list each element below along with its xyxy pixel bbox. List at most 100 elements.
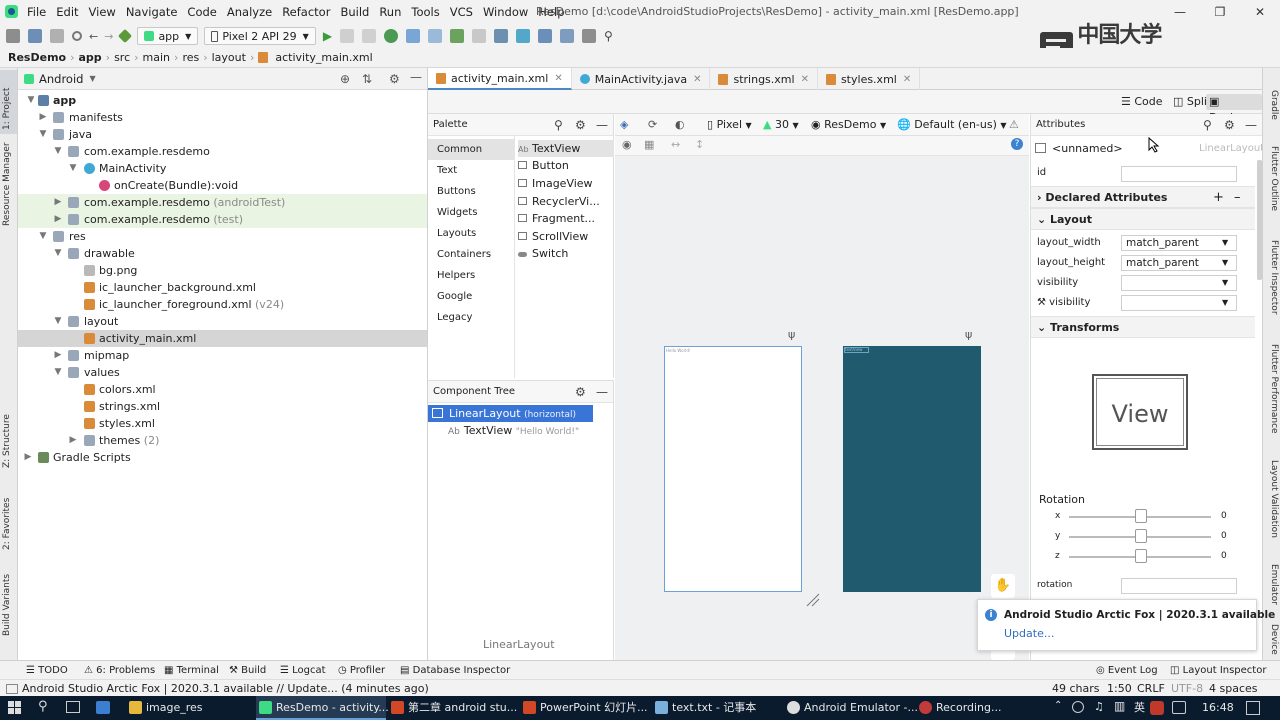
windows-start-icon[interactable] xyxy=(8,701,22,715)
back-arrow-icon[interactable]: ← xyxy=(89,30,98,43)
search-icon[interactable]: ⚲ xyxy=(554,114,563,136)
task-notepad[interactable]: text.txt - 记事本 xyxy=(652,696,782,720)
resize-handle-icon[interactable] xyxy=(805,592,821,608)
palette-category-buttons[interactable]: Buttons xyxy=(428,181,514,202)
tree-item-androidtest[interactable]: ▶ com.example.resdemo (androidTest) xyxy=(18,194,427,211)
pan-hand-icon[interactable]: ✋ xyxy=(991,574,1015,598)
avd-manager-icon[interactable] xyxy=(516,29,531,43)
close-icon[interactable]: ✕ xyxy=(1240,0,1280,24)
hide-panel-icon[interactable]: — xyxy=(596,114,608,136)
task-android-studio[interactable]: ResDemo - activity... xyxy=(256,696,389,720)
project-view-selector[interactable]: Android xyxy=(39,72,83,86)
palette-category-helpers[interactable]: Helpers xyxy=(428,265,514,286)
tree-item-colors[interactable]: colors.xml xyxy=(18,381,427,398)
tool-device[interactable]: Device xyxy=(1269,624,1279,655)
tool-flutter-inspector[interactable]: Flutter Inspector xyxy=(1269,240,1279,315)
task-emulator[interactable]: Android Emulator -... xyxy=(784,696,918,720)
volume-icon[interactable]: ♫ xyxy=(1094,700,1104,713)
device-selector[interactable]: ▯ Pixel ▼ xyxy=(707,117,752,133)
task-view-icon[interactable] xyxy=(66,701,80,713)
tree-item-activity-main[interactable]: activity_main.xml xyxy=(18,330,427,347)
tree-item-res[interactable]: ▼ res xyxy=(18,228,427,245)
status-cursor-position[interactable]: 1:50 xyxy=(1107,680,1132,697)
close-tab-icon[interactable]: ✕ xyxy=(554,73,562,84)
tool-structure[interactable]: Z: Structure xyxy=(2,414,12,468)
blueprint-grid-icon[interactable]: ▦ xyxy=(644,138,654,151)
api-selector[interactable]: ▲ 30 ▼ xyxy=(763,117,799,133)
gear-icon[interactable]: ⚙ xyxy=(575,114,586,136)
palette-category-common[interactable]: Common xyxy=(428,139,514,160)
tool-layout-inspector[interactable]: ◫ Layout Inspector xyxy=(1170,661,1266,680)
mode-code[interactable]: ☰ Code xyxy=(1118,94,1166,110)
gear-icon[interactable]: ⚙ xyxy=(575,381,586,403)
tool-profiler[interactable]: ◷ Profiler xyxy=(338,661,385,680)
tab-strings[interactable]: strings.xml ✕ xyxy=(710,68,818,90)
attr-layout-width-select[interactable]: match_parent ▼ xyxy=(1121,235,1237,251)
close-tab-icon[interactable]: ✕ xyxy=(801,74,809,85)
attr-visibility-select[interactable]: ▼ xyxy=(1121,275,1237,291)
tree-item-manifests[interactable]: ▶ manifests xyxy=(18,109,427,126)
forward-arrow-icon[interactable]: → xyxy=(104,30,113,43)
tree-item-package[interactable]: ▼ com.example.resdemo xyxy=(18,143,427,160)
status-message[interactable]: Android Studio Arctic Fox | 2020.3.1 ava… xyxy=(22,680,429,697)
horizontal-expand-icon[interactable]: ↔ xyxy=(671,138,680,151)
breadcrumb-project[interactable]: ResDemo xyxy=(0,51,70,64)
sdk-manager-icon[interactable] xyxy=(538,29,553,43)
task-image-res[interactable]: image_res xyxy=(126,696,254,720)
breadcrumb-module[interactable]: app xyxy=(75,51,106,64)
task-powerpoint-1[interactable]: 第二章 android stu... xyxy=(388,696,518,720)
palette-item-switch[interactable]: Switch xyxy=(518,245,614,262)
warning-icon[interactable]: ⚠ xyxy=(1009,117,1019,133)
night-mode-icon[interactable]: ◐ xyxy=(675,117,685,133)
search-icon[interactable]: ⚲ xyxy=(1203,114,1212,136)
tree-item-styles[interactable]: styles.xml xyxy=(18,415,427,432)
menu-analyze[interactable]: Analyze xyxy=(222,0,277,24)
breadcrumb-src[interactable]: src xyxy=(110,51,134,64)
palette-category-text[interactable]: Text xyxy=(428,160,514,181)
tool-event-log[interactable]: ◎ Event Log xyxy=(1096,661,1158,680)
design-preview-screen[interactable]: Hello World! xyxy=(664,346,802,592)
design-surface-icon[interactable]: ◈ xyxy=(620,117,628,133)
collapse-all-icon[interactable]: ⇅ xyxy=(362,72,372,86)
pin-icon[interactable]: ψ xyxy=(788,328,795,341)
menu-tools[interactable]: Tools xyxy=(406,0,444,24)
menu-view[interactable]: View xyxy=(84,0,121,24)
search-everywhere-icon[interactable]: ⚲ xyxy=(604,29,613,43)
open-folder-icon[interactable] xyxy=(6,29,20,43)
hide-panel-icon[interactable]: — xyxy=(1245,114,1257,136)
palette-item-imageview[interactable]: ImageView xyxy=(518,175,614,192)
breadcrumb-layout[interactable]: layout xyxy=(208,51,250,64)
stop-icon[interactable] xyxy=(472,29,487,43)
tool-terminal[interactable]: ▦ Terminal xyxy=(164,661,219,680)
task-recording[interactable]: Recording... xyxy=(916,696,1026,720)
battery-icon[interactable]: ▥ xyxy=(1114,699,1125,713)
clock[interactable]: 16:48 xyxy=(1202,696,1234,720)
apply-code-icon[interactable] xyxy=(362,29,377,43)
tool-gradle[interactable]: Gradle xyxy=(1269,90,1279,120)
breadcrumb-res[interactable]: res xyxy=(178,51,203,64)
task-powerpoint-2[interactable]: PowerPoint 幻灯片... xyxy=(520,696,650,720)
blueprint-preview-screen[interactable]: textView xyxy=(843,346,981,592)
sync-icon[interactable] xyxy=(50,29,64,43)
gear-icon[interactable]: ⚙ xyxy=(389,72,400,86)
device-combo[interactable]: Pixel 2 API 29 ▼ xyxy=(204,27,316,45)
tree-item-drawable[interactable]: ▼ drawable xyxy=(18,245,427,262)
remove-attribute-icon[interactable]: – xyxy=(1234,187,1241,209)
tool-database-inspector[interactable]: ▤ Database Inspector xyxy=(400,661,510,680)
attr-id-field[interactable] xyxy=(1121,166,1237,182)
tab-activity-main[interactable]: activity_main.xml ✕ xyxy=(428,68,572,90)
tree-item-test[interactable]: ▶ com.example.resdemo (test) xyxy=(18,211,427,228)
eye-icon[interactable]: ◉ xyxy=(622,138,632,151)
run-config-combo[interactable]: app ▼ xyxy=(137,27,199,45)
component-linearlayout[interactable]: LinearLayout (horizontal) xyxy=(428,405,593,422)
tree-item-themes[interactable]: ▶ themes (2) xyxy=(18,432,427,449)
profile-icon[interactable] xyxy=(406,29,421,43)
update-link[interactable]: Update... xyxy=(1004,627,1054,640)
tree-item-layout[interactable]: ▼ layout xyxy=(18,313,427,330)
apply-changes-icon[interactable] xyxy=(340,29,355,43)
ime-indicator[interactable]: 英 xyxy=(1134,696,1145,720)
theme-selector[interactable]: ◉ ResDemo ▼ xyxy=(811,117,886,133)
component-textview[interactable]: Ab TextView "Hello World!" xyxy=(448,422,579,439)
menu-run[interactable]: Run xyxy=(374,0,406,24)
orientation-icon[interactable]: ⟳ xyxy=(648,117,657,133)
